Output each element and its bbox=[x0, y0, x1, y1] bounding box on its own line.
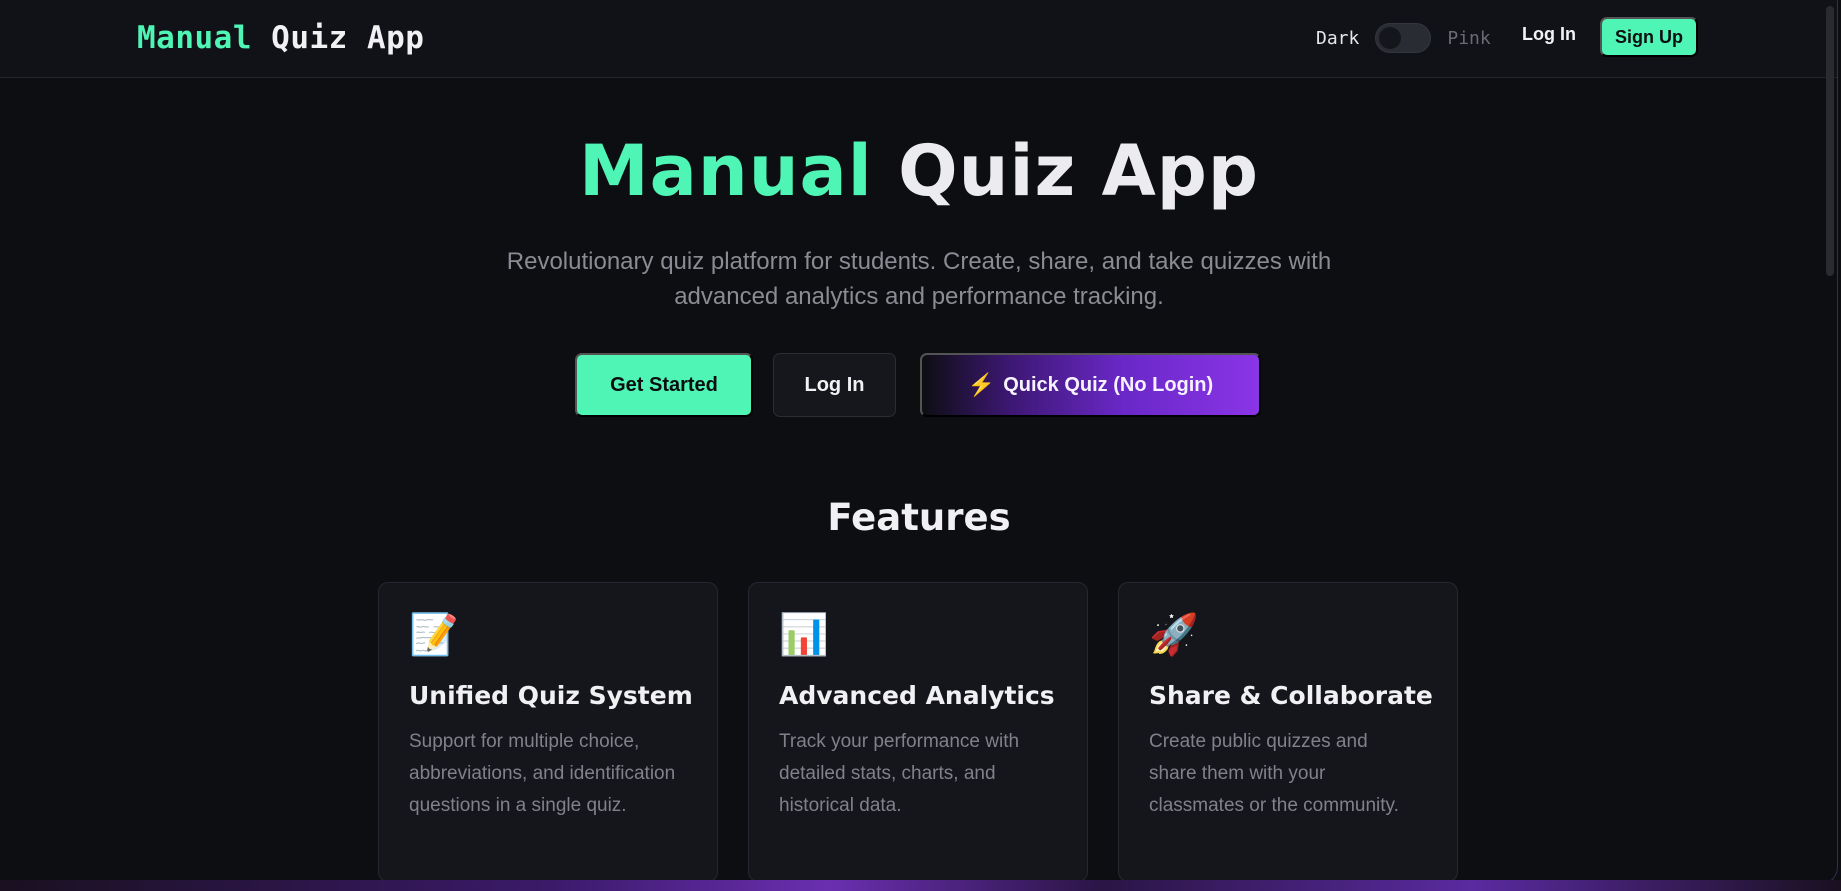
feature-card-description: Track your performance with detailed sta… bbox=[779, 731, 1020, 816]
feature-card-title: Advanced Analytics bbox=[779, 681, 1055, 710]
features-title: Features bbox=[827, 496, 1011, 539]
feature-card-analytics: 📊 Advanced Analytics Track your performa… bbox=[748, 582, 1088, 882]
background-strip bbox=[0, 880, 1841, 891]
nav-login-link[interactable]: Log In bbox=[1522, 24, 1576, 45]
bar-chart-icon: 📊 bbox=[779, 612, 829, 658]
feature-card-title: Share & Collaborate bbox=[1149, 681, 1433, 710]
theme-dark-label: Dark bbox=[1316, 27, 1360, 49]
rocket-icon: 🚀 bbox=[1149, 612, 1199, 658]
quick-quiz-button[interactable]: ⚡ Quick Quiz (No Login) bbox=[920, 353, 1261, 417]
theme-switch[interactable] bbox=[1375, 23, 1432, 53]
feature-card-title: Unified Quiz System bbox=[409, 681, 693, 710]
app-frame: Manual Quiz App Dark Pink Log In Sign Up… bbox=[0, 0, 1838, 885]
quick-quiz-label: Quick Quiz (No Login) bbox=[1003, 373, 1214, 396]
hero-login-button[interactable]: Log In bbox=[773, 353, 896, 417]
hero-title-rest: Quiz App bbox=[898, 130, 1259, 212]
feature-card-quiz-system: 📝 Unified Quiz System Support for multip… bbox=[378, 582, 718, 882]
toggle-knob-icon bbox=[1379, 27, 1402, 49]
hero-title: Manual Quiz App bbox=[0, 130, 1837, 212]
nav-signup-button[interactable]: Sign Up bbox=[1600, 17, 1698, 57]
page-scrollbar[interactable] bbox=[1826, 6, 1834, 276]
memo-icon: 📝 bbox=[409, 612, 459, 658]
brand-logo[interactable]: Manual Quiz App bbox=[137, 20, 424, 56]
navbar: Manual Quiz App Dark Pink Log In Sign Up bbox=[0, 0, 1837, 78]
theme-pink-label: Pink bbox=[1447, 27, 1491, 49]
brand-accent: Manual bbox=[137, 20, 252, 56]
theme-toggle: Dark Pink bbox=[1316, 21, 1491, 55]
get-started-button[interactable]: Get Started bbox=[575, 353, 753, 417]
feature-card-description: Support for multiple choice, abbreviatio… bbox=[409, 731, 676, 816]
brand-rest: Quiz App bbox=[271, 20, 425, 56]
hero-subtitle: Revolutionary quiz platform for students… bbox=[506, 248, 1332, 310]
feature-card-collaborate: 🚀 Share & Collaborate Create public quiz… bbox=[1118, 582, 1458, 882]
lightning-bolt-icon: ⚡ bbox=[967, 372, 996, 397]
feature-card-description: Create public quizzes and share them wit… bbox=[1149, 731, 1399, 816]
hero-title-accent: Manual bbox=[578, 130, 873, 212]
